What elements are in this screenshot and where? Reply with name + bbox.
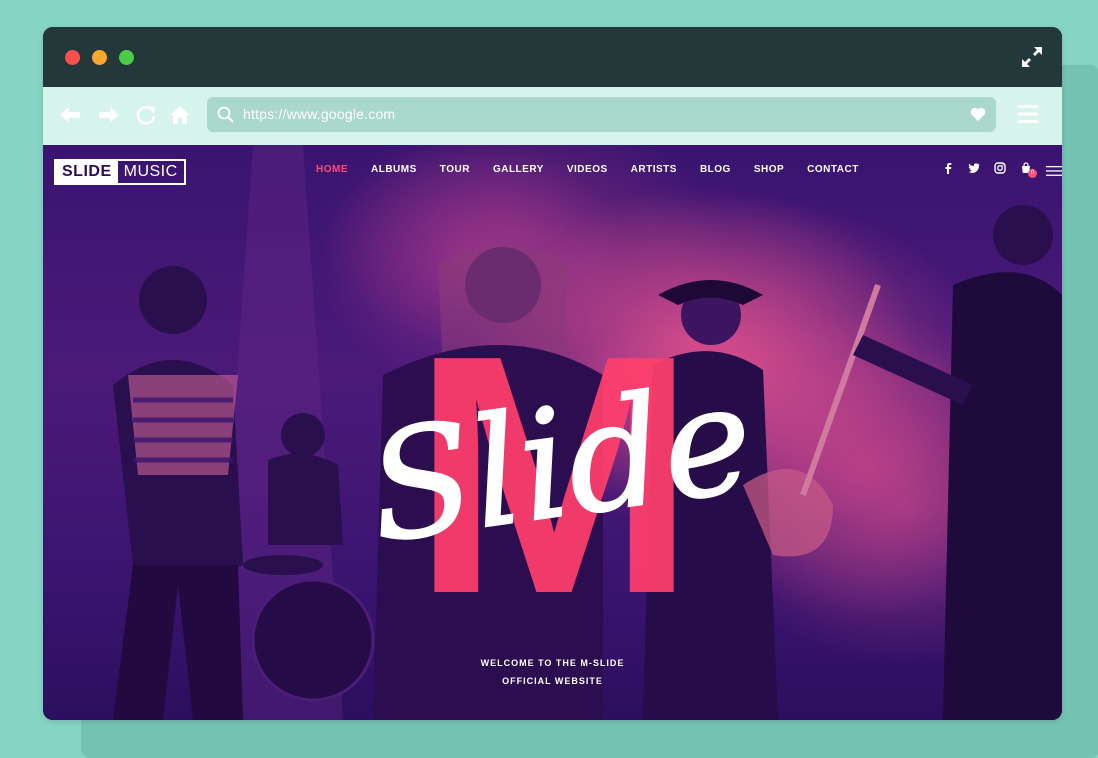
nav-videos[interactable]: VIDEOS — [567, 164, 608, 175]
cart-count-badge: 0 — [1028, 169, 1037, 178]
social-links: 0 — [942, 162, 1062, 178]
hero-script-word: Slide — [358, 350, 764, 578]
nav-home[interactable]: HOME — [316, 164, 348, 175]
logo-bold-text: SLIDE — [56, 161, 118, 183]
page-viewport: M Slide SLIDE MUSIC HOME ALBUMS TOUR GAL… — [43, 145, 1062, 720]
minimize-window-button[interactable] — [92, 50, 107, 65]
titlebar — [43, 27, 1062, 87]
browser-window: https://www.google.com M Slide SLIDE MUS… — [43, 27, 1062, 720]
nav-tour[interactable]: TOUR — [440, 164, 470, 175]
heart-icon[interactable] — [970, 107, 986, 122]
nav-contact[interactable]: CONTACT — [807, 164, 859, 175]
twitter-icon[interactable] — [968, 162, 980, 174]
home-icon[interactable] — [169, 104, 191, 126]
site-nav: HOME ALBUMS TOUR GALLERY VIDEOS ARTISTS … — [316, 164, 882, 175]
search-icon — [217, 106, 234, 123]
close-window-button[interactable] — [65, 50, 80, 65]
hero-welcome-text: WELCOME TO THE M-SLIDE OFFICIAL WEBSITE — [43, 657, 1062, 693]
logo-light-text: MUSIC — [123, 163, 178, 180]
expand-icon[interactable] — [1020, 45, 1044, 69]
facebook-icon[interactable] — [942, 162, 954, 174]
nav-artists[interactable]: ARTISTS — [631, 164, 677, 175]
welcome-line-1: WELCOME TO THE M-SLIDE — [480, 658, 625, 668]
back-arrow-icon[interactable] — [59, 104, 81, 126]
site-logo[interactable]: SLIDE MUSIC — [54, 159, 186, 185]
browser-toolbar: https://www.google.com — [43, 87, 1062, 145]
menu-icon[interactable] — [1018, 104, 1038, 124]
maximize-window-button[interactable] — [119, 50, 134, 65]
nav-gallery[interactable]: GALLERY — [493, 164, 544, 175]
reload-icon[interactable] — [135, 104, 157, 126]
hero-script-word-text: Slide — [359, 351, 763, 577]
address-bar[interactable]: https://www.google.com — [207, 97, 996, 132]
welcome-line-2: OFFICIAL WEBSITE — [502, 676, 603, 686]
nav-blog[interactable]: BLOG — [700, 164, 731, 175]
nav-shop[interactable]: SHOP — [754, 164, 784, 175]
forward-arrow-icon[interactable] — [98, 104, 120, 126]
instagram-icon[interactable] — [994, 162, 1006, 174]
cart-icon[interactable]: 0 — [1020, 162, 1037, 178]
url-text[interactable]: https://www.google.com — [243, 106, 395, 122]
side-menu-icon[interactable] — [1046, 163, 1062, 176]
nav-albums[interactable]: ALBUMS — [371, 164, 417, 175]
